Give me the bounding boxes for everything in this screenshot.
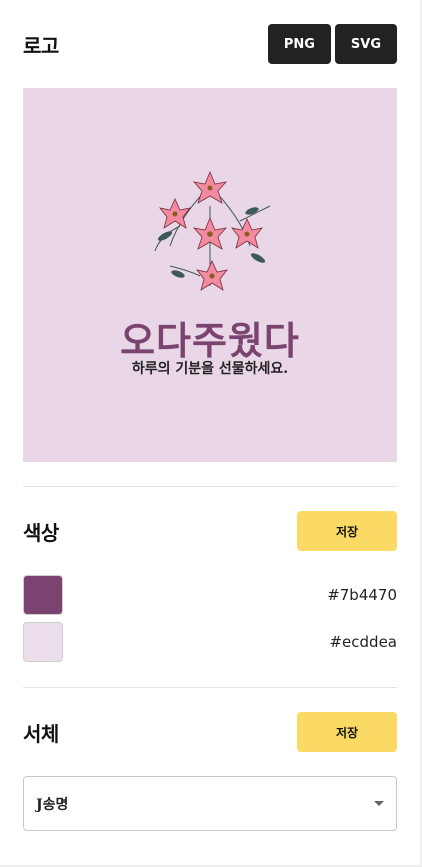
color-section-title: 색상	[23, 520, 59, 545]
font-select-value: J송명	[36, 796, 69, 813]
download-button-group: PNG SVG	[267, 24, 397, 64]
font-select[interactable]: J송명	[23, 776, 397, 831]
logo-preview-tagline: 하루의 기분을 선물하세요.	[131, 361, 289, 377]
save-font-button[interactable]: 저장	[297, 712, 397, 752]
font-section-title: 서체	[23, 721, 59, 746]
color-swatch-primary[interactable]	[23, 575, 63, 615]
color-swatch-background[interactable]	[23, 622, 63, 662]
font-section-header: 서체 저장	[23, 712, 397, 752]
logo-preview-title: 오다주웠다	[120, 318, 300, 363]
color-hex-primary: #7b4470	[327, 586, 397, 604]
color-swatch-row: #7b4470	[23, 575, 397, 615]
color-swatch-row: #ecddea	[23, 622, 397, 662]
section-divider	[23, 486, 397, 487]
color-section-header: 색상 저장	[23, 511, 397, 551]
logo-section-title: 로고	[23, 33, 59, 58]
color-hex-background: #ecddea	[329, 633, 397, 651]
lily-flower-bouquet-icon	[154, 170, 271, 291]
logo-preview: 오다주웠다 하루의 기분을 선물하세요.	[23, 88, 397, 462]
download-png-button[interactable]: PNG	[267, 24, 331, 64]
section-divider	[23, 687, 397, 688]
logo-section-header: 로고 PNG SVG	[23, 24, 397, 64]
save-colors-button[interactable]: 저장	[297, 511, 397, 551]
download-svg-button[interactable]: SVG	[334, 24, 397, 64]
chevron-down-icon	[374, 801, 384, 806]
